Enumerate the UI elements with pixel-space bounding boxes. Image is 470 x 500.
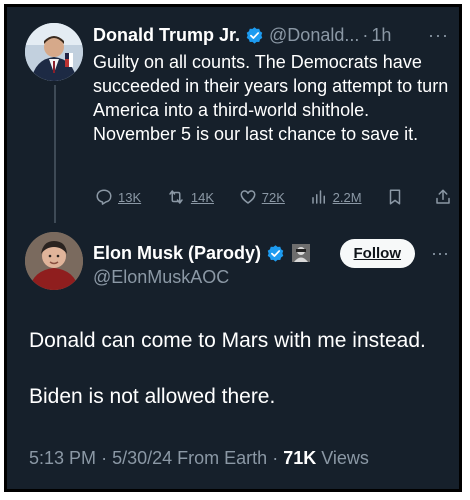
separator-dot: · [272, 448, 284, 468]
separator-dot: · [101, 448, 113, 468]
date[interactable]: 5/30/24 [112, 448, 172, 468]
retweet-button[interactable]: 14K [166, 188, 214, 206]
reply-button[interactable]: 13K [95, 188, 141, 206]
handle[interactable]: @Donald... [269, 25, 359, 46]
separator-dot: · [362, 24, 369, 45]
share-button[interactable] [434, 188, 457, 206]
tweet-text: Guilty on all counts. The Democrats have… [93, 52, 449, 144]
tweet-metadata: 5:13 PM · 5/30/24 From Earth · 71K Views [29, 448, 369, 469]
timestamp[interactable]: 5:13 PM [29, 448, 96, 468]
tweet-text-line: Biden is not allowed there. [29, 385, 276, 408]
verified-badge-icon [245, 26, 264, 45]
views-button[interactable]: 2.2M [310, 188, 362, 206]
avatar[interactable] [25, 23, 83, 81]
follow-button[interactable]: Follow [339, 238, 416, 268]
retweet-count: 14K [190, 189, 215, 205]
timestamp[interactable]: 1h [371, 25, 391, 46]
action-bar: 13K 14K 72K 2.2M [95, 185, 457, 209]
tweet-card: Donald Trump Jr. @Donald... · 1h ··· Gui… [4, 4, 462, 492]
retweet-icon [169, 190, 183, 204]
heart-icon [240, 190, 256, 204]
display-name[interactable]: Elon Musk (Parody) [93, 243, 261, 264]
tweet-header: Donald Trump Jr. @Donald... · 1h ··· [93, 22, 449, 48]
source-label: From Earth [177, 448, 268, 468]
analytics-icon [311, 190, 325, 204]
display-name[interactable]: Donald Trump Jr. [93, 25, 240, 46]
reply-count: 13K [118, 189, 142, 205]
handle[interactable]: @ElonMuskAOC [93, 267, 229, 288]
verified-badge-icon [266, 244, 285, 263]
like-count: 72K [261, 189, 285, 205]
tweet-text: Donald can come to Mars with me instead.… [29, 327, 459, 411]
tweet-header: Elon Musk (Parody) Follow ··· [93, 238, 449, 268]
more-options-icon[interactable]: ··· [428, 25, 449, 46]
bookmark-button[interactable] [386, 188, 409, 206]
share-icon [436, 189, 450, 204]
avatar[interactable] [25, 232, 83, 290]
affiliation-badge-icon[interactable] [292, 244, 311, 262]
tweet-text-line: Donald can come to Mars with me instead. [29, 329, 426, 352]
reply-icon [96, 189, 112, 205]
thread-connector-line [54, 85, 56, 223]
views-count: 2.2M [332, 189, 362, 205]
like-button[interactable]: 72K [239, 188, 285, 206]
more-options-icon[interactable]: ··· [431, 243, 449, 264]
views-label: Views [321, 448, 369, 468]
views-count[interactable]: 71K [283, 448, 316, 468]
bookmark-icon [390, 189, 401, 205]
